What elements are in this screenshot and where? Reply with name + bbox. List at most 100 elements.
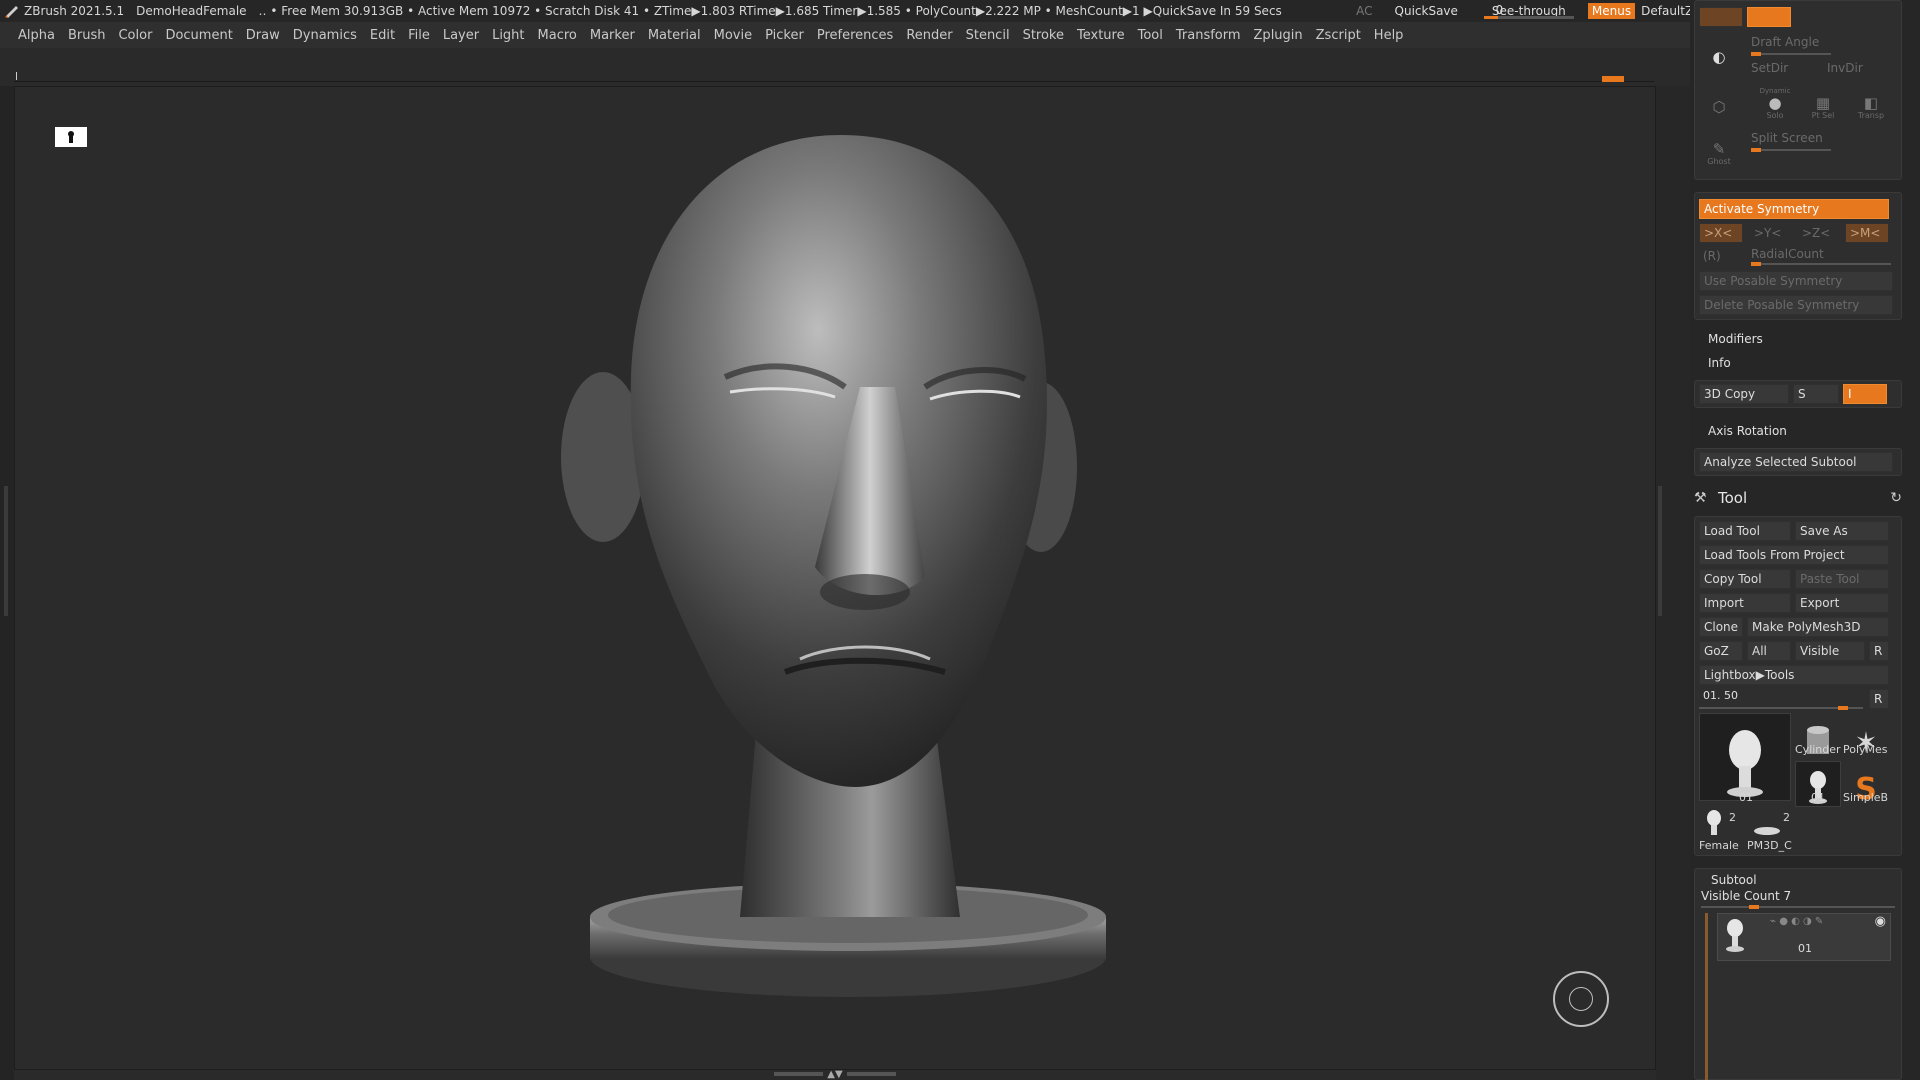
tool-select-slider[interactable] <box>1699 706 1863 710</box>
menu-layer[interactable]: Layer <box>443 28 479 43</box>
bottom-tray-handle[interactable]: ▲▼ <box>770 1068 900 1080</box>
visible-count-slider[interactable] <box>1701 905 1895 909</box>
menu-edit[interactable]: Edit <box>370 28 395 43</box>
export-button[interactable]: Export <box>1795 593 1889 613</box>
radial-count-slider[interactable] <box>1751 262 1891 266</box>
tool-palette-title: Tool <box>1718 489 1748 507</box>
solo-button[interactable]: Dynamic ● Solo <box>1755 85 1795 121</box>
subtool-item-01[interactable]: ⌁ ● ◐ ◑ ✎ ◉ 01 <box>1717 913 1891 961</box>
pt-sel-label: Pt Sel <box>1811 110 1835 120</box>
goz-visible-button[interactable]: Visible <box>1795 641 1865 661</box>
pt-sel-button[interactable]: ▦ Pt Sel <box>1803 89 1843 125</box>
menu-material[interactable]: Material <box>648 28 701 43</box>
menu-light[interactable]: Light <box>492 28 524 43</box>
activate-symmetry-button[interactable]: Activate Symmetry <box>1699 199 1889 219</box>
load-tools-from-project-button[interactable]: Load Tools From Project <box>1699 545 1889 565</box>
left-tray-grip[interactable] <box>4 486 8 616</box>
copy-tool-button[interactable]: Copy Tool <box>1699 569 1791 589</box>
transp-button[interactable]: ◧ Transp <box>1851 89 1891 125</box>
menu-marker[interactable]: Marker <box>590 28 635 43</box>
copy-3d-button[interactable]: 3D Copy <box>1699 384 1789 404</box>
delete-posable-symmetry-button[interactable]: Delete Posable Symmetry <box>1699 295 1893 315</box>
transform-toggle-b[interactable] <box>1747 7 1791 27</box>
axis-rotation-section-header[interactable]: Axis Rotation <box>1708 424 1787 438</box>
symmetry-icon-button[interactable]: ◐ <box>1699 39 1739 75</box>
menu-macro[interactable]: Macro <box>538 28 577 43</box>
info-section-header[interactable]: Info <box>1708 356 1731 370</box>
menu-zscript[interactable]: Zscript <box>1316 28 1361 43</box>
menu-movie[interactable]: Movie <box>714 28 752 43</box>
make-polymesh3d-button[interactable]: Make PolyMesh3D <box>1747 617 1889 637</box>
subtool-item-icons: ⌁ ● ◐ ◑ ✎ <box>1770 916 1824 927</box>
split-screen-slider[interactable] <box>1751 148 1831 152</box>
ghost-icon: ✎ <box>1712 139 1726 158</box>
menu-stroke[interactable]: Stroke <box>1023 28 1064 43</box>
navigation-gizmo[interactable] <box>1553 971 1609 1027</box>
cube-icon-button[interactable]: ⬡ <box>1699 89 1739 125</box>
menu-picker[interactable]: Picker <box>765 28 804 43</box>
ac-button[interactable]: AC <box>1356 4 1372 18</box>
tool-thumb-female[interactable] <box>1699 809 1729 839</box>
viewport-canvas[interactable] <box>14 86 1656 1070</box>
menu-draw[interactable]: Draw <box>246 28 280 43</box>
split-screen-button[interactable]: Split Screen <box>1751 131 1823 145</box>
lightbox-tools-button[interactable]: Lightbox▶Tools <box>1699 665 1889 685</box>
load-tool-button[interactable]: Load Tool <box>1699 521 1791 541</box>
right-tray-grip[interactable] <box>1658 486 1662 616</box>
goz-button[interactable]: GoZ <box>1699 641 1743 661</box>
tool-palette-header[interactable]: ⚒ Tool ↻ <box>1694 486 1906 510</box>
menu-render[interactable]: Render <box>906 28 952 43</box>
symmetry-z-button[interactable]: >Z< <box>1797 223 1839 243</box>
timeline-active-marker[interactable] <box>1602 76 1624 82</box>
analyze-selected-subtool-button[interactable]: Analyze Selected Subtool <box>1699 452 1893 472</box>
tool-thumb-head[interactable] <box>1699 713 1791 801</box>
copy-3d-i-button[interactable]: I <box>1843 384 1887 404</box>
use-posable-symmetry-button[interactable]: Use Posable Symmetry <box>1699 271 1893 291</box>
goz-all-button[interactable]: All <box>1747 641 1791 661</box>
see-through-slider[interactable]: See-through 0 <box>1483 2 1574 20</box>
menus-toggle-button[interactable]: Menus <box>1587 3 1636 19</box>
menu-tool[interactable]: Tool <box>1138 28 1163 43</box>
menu-stencil[interactable]: Stencil <box>966 28 1010 43</box>
menu-transform[interactable]: Transform <box>1176 28 1241 43</box>
tool-thumb-pm3d[interactable] <box>1747 809 1787 839</box>
menu-help[interactable]: Help <box>1374 28 1404 43</box>
head-thumbnail-icon <box>1727 730 1763 797</box>
clone-button[interactable]: Clone <box>1699 617 1743 637</box>
inv-dir-button[interactable]: InvDir <box>1827 61 1863 75</box>
menu-dynamics[interactable]: Dynamics <box>293 28 357 43</box>
ghost-button[interactable]: ✎ Ghost <box>1699 135 1739 171</box>
set-dir-button[interactable]: SetDir <box>1751 61 1788 75</box>
menu-document[interactable]: Document <box>165 28 232 43</box>
save-as-button[interactable]: Save As <box>1795 521 1889 541</box>
copy-3d-s-button[interactable]: S <box>1793 384 1839 404</box>
symmetry-m-button[interactable]: >M< <box>1845 223 1889 243</box>
head-model[interactable] <box>15 87 1656 1070</box>
menu-alpha[interactable]: Alpha <box>18 28 55 43</box>
modifiers-section-header[interactable]: Modifiers <box>1708 332 1763 346</box>
paste-tool-button[interactable]: Paste Tool <box>1795 569 1889 589</box>
menu-texture[interactable]: Texture <box>1077 28 1125 43</box>
subtool-section-header[interactable]: Subtool <box>1711 873 1757 887</box>
transform-toggle-a[interactable] <box>1699 7 1743 27</box>
menu-preferences[interactable]: Preferences <box>817 28 893 43</box>
symmetry-y-button[interactable]: >Y< <box>1749 223 1791 243</box>
menu-zplugin[interactable]: Zplugin <box>1254 28 1303 43</box>
symmetry-x-button[interactable]: >X< <box>1699 223 1743 243</box>
menu-file[interactable]: File <box>408 28 430 43</box>
import-button[interactable]: Import <box>1699 593 1791 613</box>
quicksave-button[interactable]: QuickSave <box>1395 4 1458 18</box>
timeline-ruler[interactable] <box>14 72 1654 82</box>
tool-slider-r-button[interactable]: R <box>1869 689 1889 709</box>
refresh-icon[interactable]: ↻ <box>1890 490 1902 506</box>
menu-brush[interactable]: Brush <box>68 28 106 43</box>
transp-icon: ◧ <box>1863 93 1879 112</box>
title-bar: ZBrush 2021.5.1 DemoHeadFemale ‥ • Free … <box>0 0 1920 22</box>
menu-color[interactable]: Color <box>118 28 152 43</box>
eye-icon[interactable]: ◉ <box>1875 914 1886 929</box>
goz-r-button[interactable]: R <box>1869 641 1889 661</box>
subtool-list-scrollbar[interactable] <box>1705 913 1708 1080</box>
draft-angle-slider[interactable] <box>1751 52 1831 56</box>
symmetry-section: Activate Symmetry >X< >Y< >Z< >M< (R) Ra… <box>1694 192 1902 320</box>
radial-r-button[interactable]: (R) <box>1703 249 1721 263</box>
